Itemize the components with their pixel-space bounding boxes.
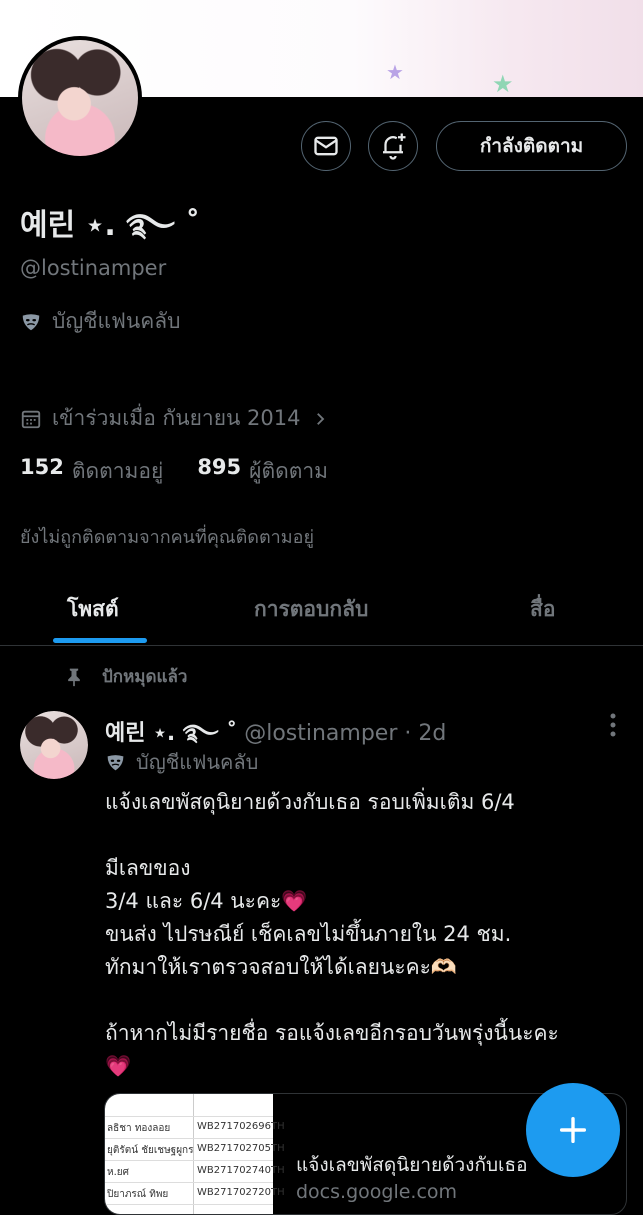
- mask-icon: [22, 313, 40, 330]
- mask-icon: [107, 754, 124, 770]
- chevron-right-icon: [316, 412, 324, 425]
- post-line: 💗: [105, 1054, 132, 1078]
- post-line: ขนส่ง ไปรษณีย์ เช็คเลขไม่ขึ้นภายใน 24 ชม…: [105, 922, 512, 946]
- post-line-blank: [105, 984, 635, 1017]
- star-decoration: ★: [386, 60, 404, 84]
- pinned-indicator: ปักหมุดแล้ว: [64, 663, 187, 690]
- thumb-row: ห.ยศ WB271702740TH: [105, 1160, 285, 1183]
- pin-icon: [68, 668, 80, 686]
- tab-replies[interactable]: การตอบกลับ: [254, 593, 368, 626]
- calendar-icon: [21, 410, 41, 428]
- card-title: แจ้งเลขพัสดุนิยายด้วงกับเธอ: [296, 1154, 528, 1176]
- followers-count[interactable]: 895: [197, 455, 241, 488]
- joined-text: เข้าร่วมเมื่อ กันยายน 2014: [52, 406, 301, 430]
- mail-icon: [314, 136, 338, 156]
- fanclub-badge: บัญชีแฟนคลับ: [20, 305, 180, 338]
- message-button[interactable]: [301, 121, 351, 171]
- profile-avatar[interactable]: [18, 36, 142, 160]
- follow-stats: 152 ติดตามอยู่ 895 ผู้ติดตาม: [20, 455, 328, 488]
- post-line: 3/4 และ 6/4 นะคะ💗: [105, 889, 308, 913]
- post-handle-time[interactable]: @lostinamper · 2d: [244, 721, 446, 746]
- tab-posts[interactable]: โพสต์: [67, 593, 119, 626]
- joined-date[interactable]: เข้าร่วมเมื่อ กันยายน 2014: [20, 402, 329, 435]
- post-line: ถ้าหากไม่มีรายชื่อ รอแจ้งเลขอีกรอบวันพรุ…: [105, 1021, 559, 1045]
- avatar-photo: [22, 40, 138, 156]
- profile-tabs: โพสต์ การตอบกลับ สื่อ: [0, 575, 643, 646]
- post-avatar[interactable]: [20, 711, 88, 779]
- post-text: แจ้งเลขพัสดุนิยายด้วงกับเธอ รอบเพิ่มเติม…: [105, 786, 635, 1083]
- following-button[interactable]: กำลังติดตาม: [436, 121, 627, 171]
- post-author-name[interactable]: 예린 ⋆. ࿐ ˚: [105, 721, 237, 746]
- post-fanclub-label: บัญชีแฟนคลับ: [136, 750, 259, 774]
- thumb-row: [105, 1094, 273, 1117]
- post-line: มีเลขของ: [105, 856, 191, 880]
- followers-label[interactable]: ผู้ติดตาม: [249, 455, 328, 488]
- post-line: ทักมาให้เราตรวจสอบให้ได้เลยนะคะ🫶🏻: [105, 955, 458, 979]
- more-vertical-icon: [610, 713, 616, 737]
- thumb-row: ยุติรัตน์ ชัยเชษฐผูกร WB271702705TH: [105, 1138, 285, 1161]
- card-thumbnail: ลธิชา ทองลอย WB271702696TH ยุติรัตน์ ชัย…: [105, 1094, 285, 1214]
- pinned-label: ปักหมุดแล้ว: [102, 667, 188, 687]
- thumb-row: ปิยาภรณ์ ทิพย WB271702720TH: [105, 1182, 285, 1205]
- following-count[interactable]: 152: [20, 455, 64, 488]
- post-line-blank: [105, 819, 635, 852]
- bell-plus-icon: [383, 133, 406, 160]
- fanclub-label: บัญชีแฟนคลับ: [52, 309, 181, 333]
- notify-button[interactable]: [368, 121, 418, 171]
- avatar-photo: [20, 711, 88, 779]
- plus-icon: [559, 1116, 587, 1144]
- post-fanclub-badge: บัญชีแฟนคลับ: [105, 746, 258, 778]
- compose-post-button[interactable]: [526, 1083, 620, 1177]
- tab-media[interactable]: สื่อ: [530, 593, 555, 626]
- thumb-row: ลธิชา ทองลอย WB271702696TH: [105, 1116, 285, 1139]
- following-label[interactable]: ติดตามอยู่: [72, 455, 163, 488]
- active-tab-indicator: [53, 638, 147, 643]
- post-line: แจ้งเลขพัสดุนิยายด้วงกับเธอ รอบเพิ่มเติม…: [105, 790, 515, 814]
- not-followed-note: ยังไม่ถูกติดตามจากคนที่คุณติดตามอยู่: [20, 527, 314, 548]
- star-decoration: ★: [492, 70, 514, 97]
- profile-handle: @lostinamper: [20, 256, 167, 280]
- more-options-button[interactable]: [603, 711, 623, 741]
